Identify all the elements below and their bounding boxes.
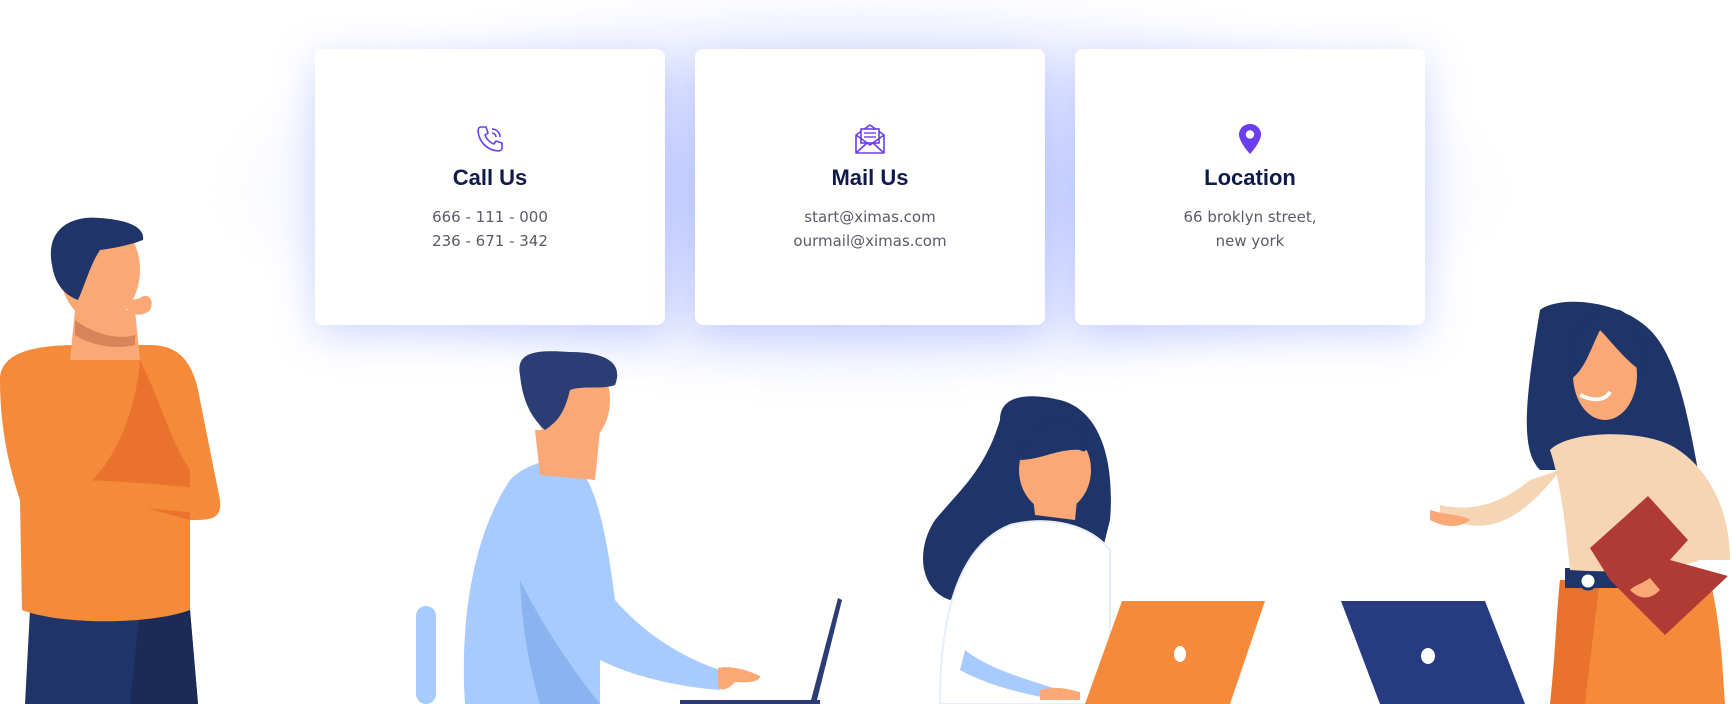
email-address-1[interactable]: start@ximas.com [793, 205, 946, 229]
mail-us-card: Mail Us start@ximas.com ourmail@ximas.co… [695, 49, 1045, 325]
phone-number-2[interactable]: 236 - 671 - 342 [432, 229, 548, 253]
location-card: Location 66 broklyn street, new york [1075, 49, 1425, 325]
call-us-title: Call Us [452, 165, 528, 190]
phone-number-1[interactable]: 666 - 111 - 000 [432, 205, 548, 229]
thinking-man-figure [0, 217, 221, 704]
address-line-1: 66 broklyn street, [1183, 208, 1317, 226]
location-title: Location [1204, 165, 1296, 190]
laptop-man-figure [416, 351, 842, 704]
phone-icon [472, 121, 508, 157]
laptop-woman-figure [923, 396, 1265, 704]
address-line-2: new york [1215, 232, 1285, 250]
email-address-2[interactable]: ourmail@ximas.com [793, 229, 946, 253]
call-us-card: Call Us 666 - 111 - 000 236 - 671 - 342 [315, 49, 665, 325]
mail-icon [852, 121, 888, 157]
location-pin-icon [1232, 121, 1268, 157]
mail-us-title: Mail Us [831, 165, 909, 190]
contact-cards: Call Us 666 - 111 - 000 236 - 671 - 342 … [315, 49, 1425, 325]
